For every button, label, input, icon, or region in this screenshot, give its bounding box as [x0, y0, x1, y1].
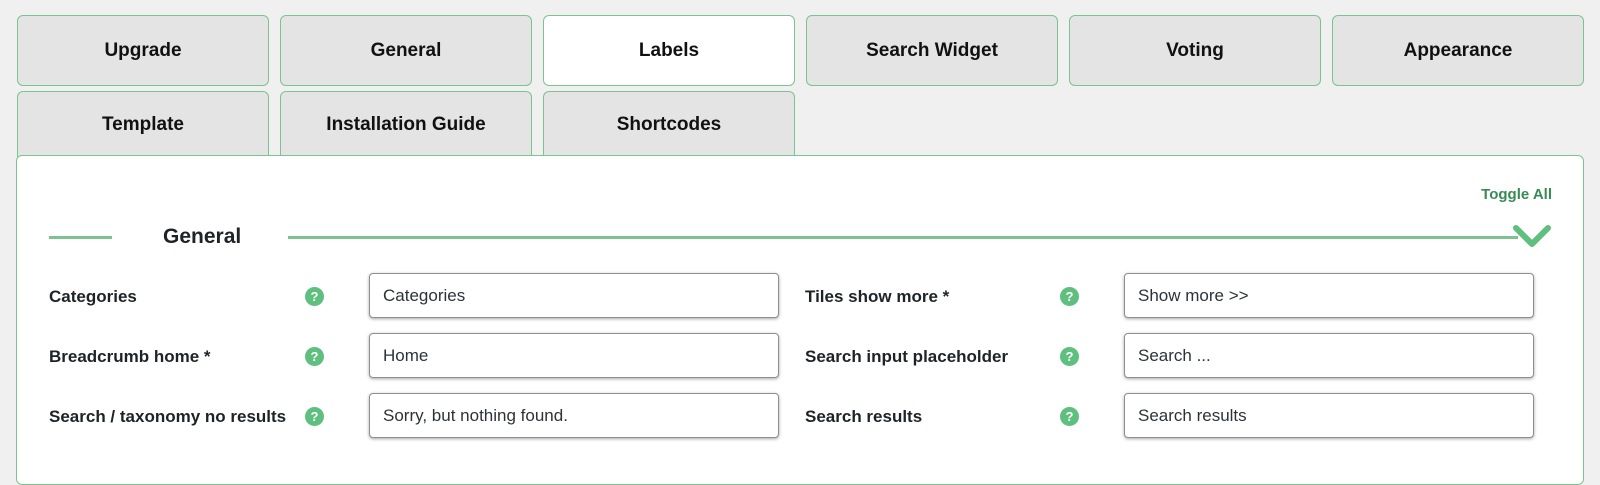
chevron-down-icon[interactable]: [1512, 222, 1552, 250]
search-results-input[interactable]: [1124, 393, 1534, 438]
tab-voting[interactable]: Voting: [1069, 15, 1321, 86]
tab-labels[interactable]: Labels: [543, 15, 795, 86]
tab-shortcodes[interactable]: Shortcodes: [543, 91, 795, 157]
field-label-no-results: Search / taxonomy no results: [49, 407, 287, 426]
toggle-all-link[interactable]: Toggle All: [1481, 186, 1552, 203]
field-label-search-input-placeholder: Search input placeholder: [805, 347, 1009, 366]
tab-template[interactable]: Template: [17, 91, 269, 157]
question-mark-icon[interactable]: ?: [305, 347, 324, 366]
tab-general[interactable]: General: [280, 15, 532, 86]
question-mark-icon[interactable]: ?: [305, 287, 324, 306]
section-divider-right: [288, 236, 1518, 239]
tiles-show-more-input[interactable]: [1124, 273, 1534, 318]
question-mark-icon[interactable]: ?: [1060, 407, 1079, 426]
field-label-breadcrumb-home: Breadcrumb home *: [49, 347, 211, 366]
section-divider-left: [49, 236, 112, 239]
categories-input[interactable]: [369, 273, 779, 318]
no-results-input[interactable]: [369, 393, 779, 438]
tab-search-widget[interactable]: Search Widget: [806, 15, 1058, 86]
breadcrumb-home-input[interactable]: [369, 333, 779, 378]
tab-upgrade[interactable]: Upgrade: [17, 15, 269, 86]
tab-installation-guide[interactable]: Installation Guide: [280, 91, 532, 157]
field-label-tiles-show-more: Tiles show more *: [805, 287, 950, 306]
labels-panel: Toggle All General Categories ? Tiles sh…: [16, 155, 1584, 485]
tab-bar: Upgrade General Labels Search Widget Vot…: [0, 0, 1600, 160]
question-mark-icon[interactable]: ?: [305, 407, 324, 426]
field-label-search-results: Search results: [805, 407, 923, 426]
search-input-placeholder-input[interactable]: [1124, 333, 1534, 378]
field-label-categories: Categories: [49, 287, 137, 306]
tab-appearance[interactable]: Appearance: [1332, 15, 1584, 86]
question-mark-icon[interactable]: ?: [1060, 347, 1079, 366]
question-mark-icon[interactable]: ?: [1060, 287, 1079, 306]
section-title: General: [163, 225, 242, 248]
